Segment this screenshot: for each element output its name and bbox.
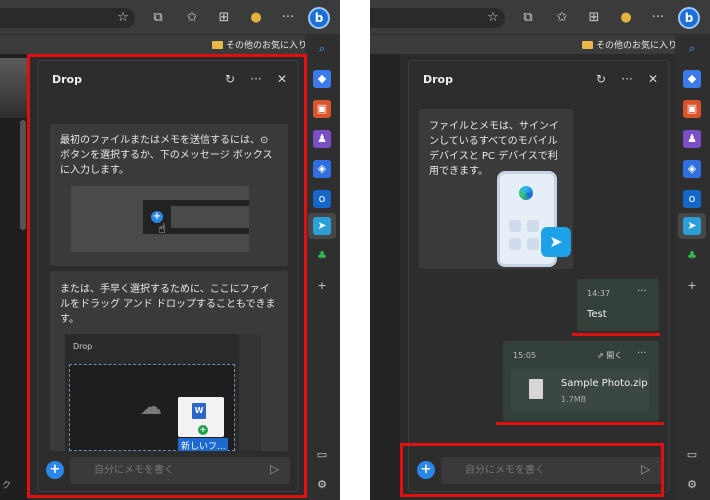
add-icon[interactable]: + [683,277,701,295]
highlight-underline [496,422,664,425]
collections-icon[interactable]: ⊞ [216,10,232,26]
favorite-star-icon[interactable]: ☆ [115,10,131,26]
add-icon[interactable]: + [313,277,331,295]
shopping-tag-icon[interactable]: ◆ [683,70,701,88]
folder-icon [582,41,593,49]
highlight-underline [572,333,660,336]
split-screen-icon[interactable]: ▭ [683,446,701,464]
drop-icon[interactable]: ➤ [683,217,701,235]
games-icon[interactable]: ♟ [683,130,701,148]
page-scrollbar[interactable] [20,120,26,230]
settings-more-icon[interactable]: ··· [650,10,666,26]
close-icon[interactable]: ✕ [645,71,661,87]
favorites-bar: その他のお気に入り [0,34,307,54]
page-content [370,54,400,500]
other-favorites-label: その他のお気に入り [226,41,308,51]
copilot-app-icon[interactable]: ◈ [683,160,701,178]
open-external-icon: ⇗ [597,351,607,360]
browser-toolbar: ☆ ⧉ ✩ ⊞ ● ··· b [0,0,340,34]
games-icon[interactable]: ♟ [313,130,331,148]
file-attachment[interactable]: Sample Photo.zip 1.7MB [511,369,649,411]
copilot-icon[interactable]: b [308,7,330,29]
edge-sidebar: ⌕ ◆ ▣ ♟ ◈ o ➤ ♣ + ▭ ⚙ [675,34,710,500]
sync-info-text: ファイルとメモは、サインインしているすべてのモバイル デバイスと PC デバイス… [429,121,559,177]
file-message-time: 15:05 [513,351,537,360]
outlook-icon[interactable]: o [313,190,331,208]
text-message[interactable]: 14:37 ··· Test [577,279,659,331]
search-icon[interactable]: ⌕ [313,40,331,58]
extensions-icon[interactable]: ⧉ [150,10,166,26]
collections-icon[interactable]: ⊞ [586,10,602,26]
tools-icon[interactable]: ▣ [313,100,331,118]
file-message[interactable]: 15:05 ⇗ 開く ··· Sample Photo.zip 1.7MB [503,341,659,421]
app-tile [509,238,521,250]
profile-avatar-icon[interactable]: ● [618,10,634,26]
sync-info-card: ファイルとメモは、サインインしているすべてのモバイル デバイスと PC デバイス… [419,109,573,269]
open-file-label: 開く [606,351,623,360]
app-tile [527,238,539,250]
favorites-icon[interactable]: ✩ [554,10,570,26]
copilot-icon[interactable]: b [678,7,700,29]
drop-panel-signed-in: Drop ↻ ··· ✕ ファイルとメモは、サインインしているすべてのモバイル … [408,60,670,492]
file-name: Sample Photo.zip [561,378,648,389]
folder-icon [212,41,223,49]
extensions-icon[interactable]: ⧉ [520,10,536,26]
page-edge-text: ク [2,481,12,491]
shopping-tag-icon[interactable]: ◆ [313,70,331,88]
favorites-bar: その他のお気に入り [370,34,677,54]
open-file-button[interactable]: ⇗ 開く [597,350,622,361]
highlight-box [400,443,664,497]
browser-window-left: ☆ ⧉ ✩ ⊞ ● ··· b その他のお気に入り ク ⌕ ◆ ▣ ♟ ◈ o … [0,0,340,500]
copilot-app-icon[interactable]: ◈ [313,160,331,178]
highlight-box [27,54,307,498]
split-screen-icon[interactable]: ▭ [313,446,331,464]
drop-icon[interactable]: ➤ [313,217,331,235]
tree-icon[interactable]: ♣ [683,247,701,265]
app-tile [527,220,539,232]
refresh-icon[interactable]: ↻ [593,71,609,87]
other-favorites-folder[interactable]: その他のお気に入り [212,38,307,51]
profile-avatar-icon[interactable]: ● [248,10,264,26]
settings-more-icon[interactable]: ··· [280,10,296,26]
zip-file-icon [529,379,543,399]
file-more-icon[interactable]: ··· [637,348,647,359]
gear-icon[interactable]: ⚙ [313,476,331,494]
favorite-star-icon[interactable]: ☆ [485,10,501,26]
browser-toolbar: ☆ ⧉ ✩ ⊞ ● ··· b [370,0,710,34]
page-image [0,58,28,118]
edge-logo-icon [519,186,533,200]
other-favorites-label: その他のお気に入り [596,41,678,51]
more-options-icon[interactable]: ··· [619,71,635,87]
edge-sidebar: ⌕ ◆ ▣ ♟ ◈ o ➤ ♣ + ▭ ⚙ [305,34,340,500]
message-more-icon[interactable]: ··· [637,286,647,297]
other-favorites-folder[interactable]: その他のお気に入り [582,38,677,51]
tools-icon[interactable]: ▣ [683,100,701,118]
app-tile [509,220,521,232]
tree-icon[interactable]: ♣ [313,247,331,265]
search-icon[interactable]: ⌕ [683,40,701,58]
favorites-icon[interactable]: ✩ [184,10,200,26]
panel-title: Drop [423,73,453,86]
message-text: Test [587,309,607,320]
drop-send-icon: ➤ [541,227,571,257]
file-size: 1.7MB [561,395,587,404]
message-time: 14:37 [587,289,611,298]
gear-icon[interactable]: ⚙ [683,476,701,494]
outlook-icon[interactable]: o [683,190,701,208]
